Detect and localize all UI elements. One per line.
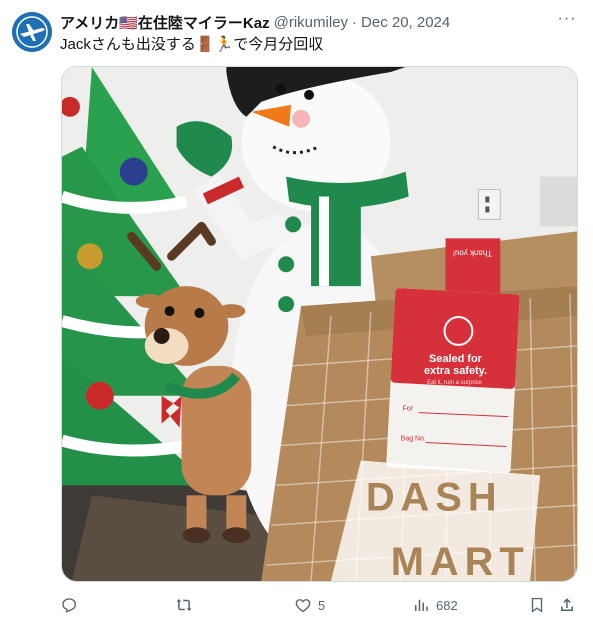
bookmark-icon [531, 597, 543, 613]
retweet-button[interactable] [175, 594, 199, 616]
reply-button[interactable] [60, 594, 84, 616]
reply-icon [62, 598, 77, 613]
seal-label-line2: extra safety. [424, 365, 487, 377]
top-tag-text: Thank you! [453, 248, 492, 257]
views-icon [415, 599, 428, 611]
mart-text: MART [391, 540, 530, 581]
christmas-inflatables-photo: Thank you! Sealed for extra safety. Eat … [62, 67, 577, 581]
share-icon [561, 598, 573, 611]
like-button[interactable]: 5 [294, 594, 325, 616]
retweet-icon [176, 599, 192, 611]
view-count: 682 [436, 597, 458, 613]
separator-dot: · [352, 13, 358, 31]
action-bar: 5 682 [58, 594, 580, 616]
user-handle[interactable]: @rikumiley [274, 14, 348, 31]
bookmark-button[interactable] [528, 594, 546, 616]
tweet-text: Jackさんも出没する🚪🏃で今月分回収 [60, 36, 324, 53]
like-count: 5 [318, 597, 326, 613]
tweet-header: アメリカ🇺🇸在住陸マイラーKaz @rikumiley · Dec 20, 20… [60, 12, 450, 32]
views-button[interactable]: 682 [412, 594, 458, 616]
post-date[interactable]: Dec 20, 2024 [361, 14, 450, 31]
share-button[interactable] [558, 594, 576, 616]
more-options-icon[interactable]: ··· [557, 11, 577, 32]
tweet-photo[interactable]: Thank you! Sealed for extra safety. Eat … [61, 66, 578, 582]
seal-field-bag: Bag No. [401, 436, 426, 443]
seal-field-for: For [403, 406, 414, 413]
tweet: アメリカ🇺🇸在住陸マイラーKaz @rikumiley · Dec 20, 20… [0, 0, 593, 630]
heart-icon [295, 599, 311, 613]
avatar[interactable] [12, 12, 52, 52]
seal-label-small: Eat it, ruin a surprise [427, 380, 482, 386]
airplane-avatar-icon [12, 12, 52, 52]
dash-text: DASH [366, 475, 503, 519]
display-name[interactable]: アメリカ🇺🇸在住陸マイラーKaz [60, 12, 270, 33]
seal-label-line1: Sealed for [429, 353, 483, 365]
